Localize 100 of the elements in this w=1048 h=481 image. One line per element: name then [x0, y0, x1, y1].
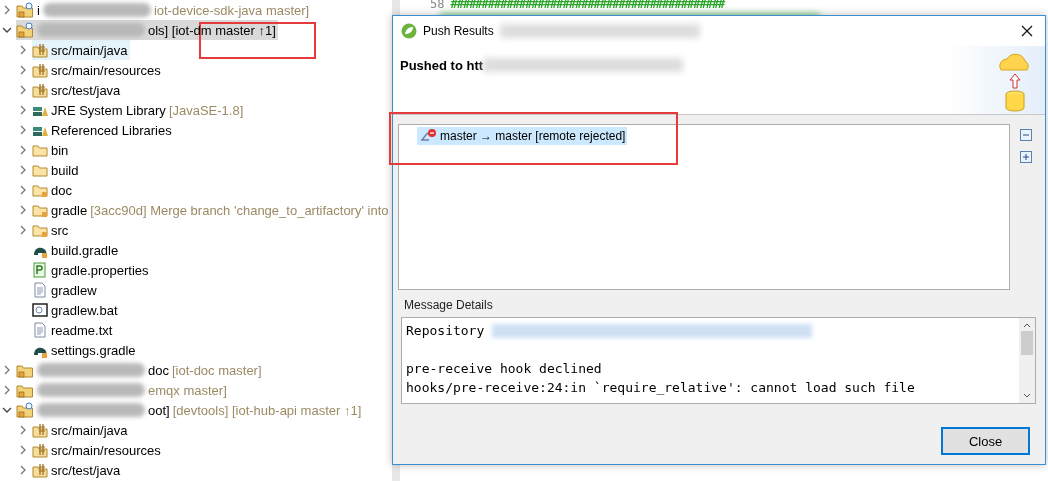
tree-row[interactable]: build [32, 160, 81, 180]
tree-item-label: src/main/resources [51, 442, 161, 458]
text-file-icon [32, 282, 48, 298]
tree-row[interactable]: build.gradle [32, 240, 121, 260]
tree-item-label: gradle [51, 202, 88, 218]
tree-item-label: settings.gradle [51, 342, 136, 358]
folder-icon [32, 202, 48, 218]
git-decoration: [3acc90d] Merge branch 'change_to_artifactory' into [90, 202, 389, 218]
tree-row[interactable]: i iot-device-sdk-java master] [16, 0, 312, 20]
tree-item-label: Referenced Libraries [51, 122, 172, 138]
tree-row[interactable]: gradlew [32, 280, 99, 300]
tree-item-label: bin [51, 142, 69, 158]
chevron-right-icon[interactable] [18, 45, 28, 55]
tree-item-label: gradlew [51, 282, 97, 298]
expand-all-icon[interactable] [1020, 151, 1032, 163]
scroll-down-icon[interactable] [1022, 392, 1032, 400]
tree-item-label: src/main/resources [51, 62, 161, 78]
dialog-title: Push Results [423, 24, 494, 38]
tree-row[interactable]: src/main/resources [32, 440, 163, 460]
tree-item-label: i [37, 2, 40, 18]
tree-item-label: gradle.properties [51, 262, 149, 278]
project-folder-icon [16, 362, 34, 378]
git-decoration: [JavaSE-1.8] [168, 102, 244, 118]
code-line: ############################################ [450, 0, 725, 11]
script-file-icon [32, 302, 48, 318]
tree-row[interactable]: oot] [devtools] [iot-hub-api master ↑1] [16, 400, 364, 420]
project-folder-icon [16, 22, 34, 38]
tree-row[interactable]: settings.gradle [32, 340, 138, 360]
git-decoration: iot-device-sdk-java master] [153, 2, 310, 18]
git-decoration: emqx master] [148, 382, 227, 398]
rejected-branch-icon [419, 128, 437, 144]
properties-file-icon [32, 262, 48, 278]
tree-row[interactable]: emqx master] [16, 380, 229, 400]
chevron-right-icon[interactable] [18, 125, 28, 135]
tree-row[interactable]: gradlew.bat [32, 300, 120, 320]
tree-row[interactable]: src [32, 220, 71, 240]
tree-item-label: src/test/java [51, 82, 121, 98]
message-details-label: Message Details [404, 298, 494, 312]
chevron-right-icon[interactable] [18, 185, 28, 195]
collapse-all-icon[interactable] [1020, 129, 1032, 141]
project-folder-icon [16, 402, 34, 418]
tree-row[interactable]: src/test/java [32, 80, 123, 100]
chevron-down-icon[interactable] [2, 25, 12, 35]
chevron-right-icon[interactable] [18, 225, 28, 235]
tree-row[interactable]: src/test/java [32, 460, 123, 480]
tree-item-label: build.gradle [51, 242, 119, 258]
tree-item-label: src [51, 222, 69, 238]
chevron-right-icon[interactable] [2, 365, 12, 375]
chevron-down-icon[interactable] [2, 405, 12, 415]
tree-row[interactable]: gradle.properties [32, 260, 151, 280]
tree-row[interactable]: readme.txt [32, 320, 115, 340]
chevron-right-icon[interactable] [18, 85, 28, 95]
tree-row[interactable]: src/main/java [32, 420, 130, 440]
tree-item-label: readme.txt [51, 322, 113, 338]
package-folder-icon [32, 442, 48, 458]
chevron-right-icon[interactable] [18, 145, 28, 155]
close-icon[interactable] [1021, 25, 1033, 37]
project-folder-icon [16, 382, 34, 398]
message-details-field[interactable]: Repository pre-receive hook declined hooks/pre-receive:24:in `require_relative': cannot load such file [401, 317, 1036, 404]
tree-row[interactable]: src/main/resources [32, 60, 163, 80]
scrollbar[interactable] [1019, 318, 1035, 403]
folder-icon [32, 142, 48, 158]
package-folder-icon [32, 462, 48, 478]
chevron-right-icon[interactable] [18, 105, 28, 115]
chevron-right-icon[interactable] [2, 5, 12, 15]
scrollbar-thumb[interactable] [1021, 331, 1033, 355]
folder-icon [32, 162, 48, 178]
tree-item-label: oot] [148, 402, 170, 418]
tree-row[interactable]: src/main/java [32, 40, 130, 60]
package-folder-icon [32, 42, 48, 58]
folder-icon [32, 222, 48, 238]
tree-row[interactable]: doc [32, 180, 74, 200]
tree-item-label: src/test/java [51, 462, 121, 478]
tree-item-label: gradlew.bat [51, 302, 118, 318]
chevron-right-icon[interactable] [18, 445, 28, 455]
tree-row[interactable]: JRE System Library [JavaSE-1.8] [32, 100, 246, 120]
chevron-right-icon[interactable] [18, 165, 28, 175]
message-line: pre-receive hook declined [406, 360, 602, 378]
tree-row[interactable]: gradle [3acc90d] Merge branch 'change_to_artifactory' into [32, 200, 391, 220]
tree-item-label: doc [51, 182, 72, 198]
package-folder-icon [32, 82, 48, 98]
scroll-up-icon[interactable] [1022, 321, 1032, 329]
tree-row[interactable]: bin [32, 140, 71, 160]
close-button[interactable]: Close [941, 427, 1030, 455]
chevron-right-icon[interactable] [18, 205, 28, 215]
tree-item-label: src/main/java [51, 422, 128, 438]
package-folder-icon [32, 422, 48, 438]
chevron-right-icon[interactable] [2, 385, 12, 395]
result-item[interactable]: master → master [remote rejected] [417, 127, 628, 145]
chevron-right-icon[interactable] [18, 65, 28, 75]
chevron-right-icon[interactable] [18, 465, 28, 475]
text-file-icon [32, 322, 48, 338]
dialog-heading: Pushed to htt [400, 57, 484, 73]
git-decoration: [devtools] [iot-hub-api master ↑1] [172, 402, 362, 418]
tree-row[interactable]: Referenced Libraries [32, 120, 174, 140]
message-line: hooks/pre-receive:24:in `require_relative': cannot load such file [406, 379, 915, 397]
chevron-right-icon[interactable] [18, 425, 28, 435]
tree-item-label: JRE System Library [51, 102, 166, 118]
tree-item-label: src/main/java [51, 42, 128, 58]
tree-row[interactable]: doc [iot-doc master] [16, 360, 264, 380]
